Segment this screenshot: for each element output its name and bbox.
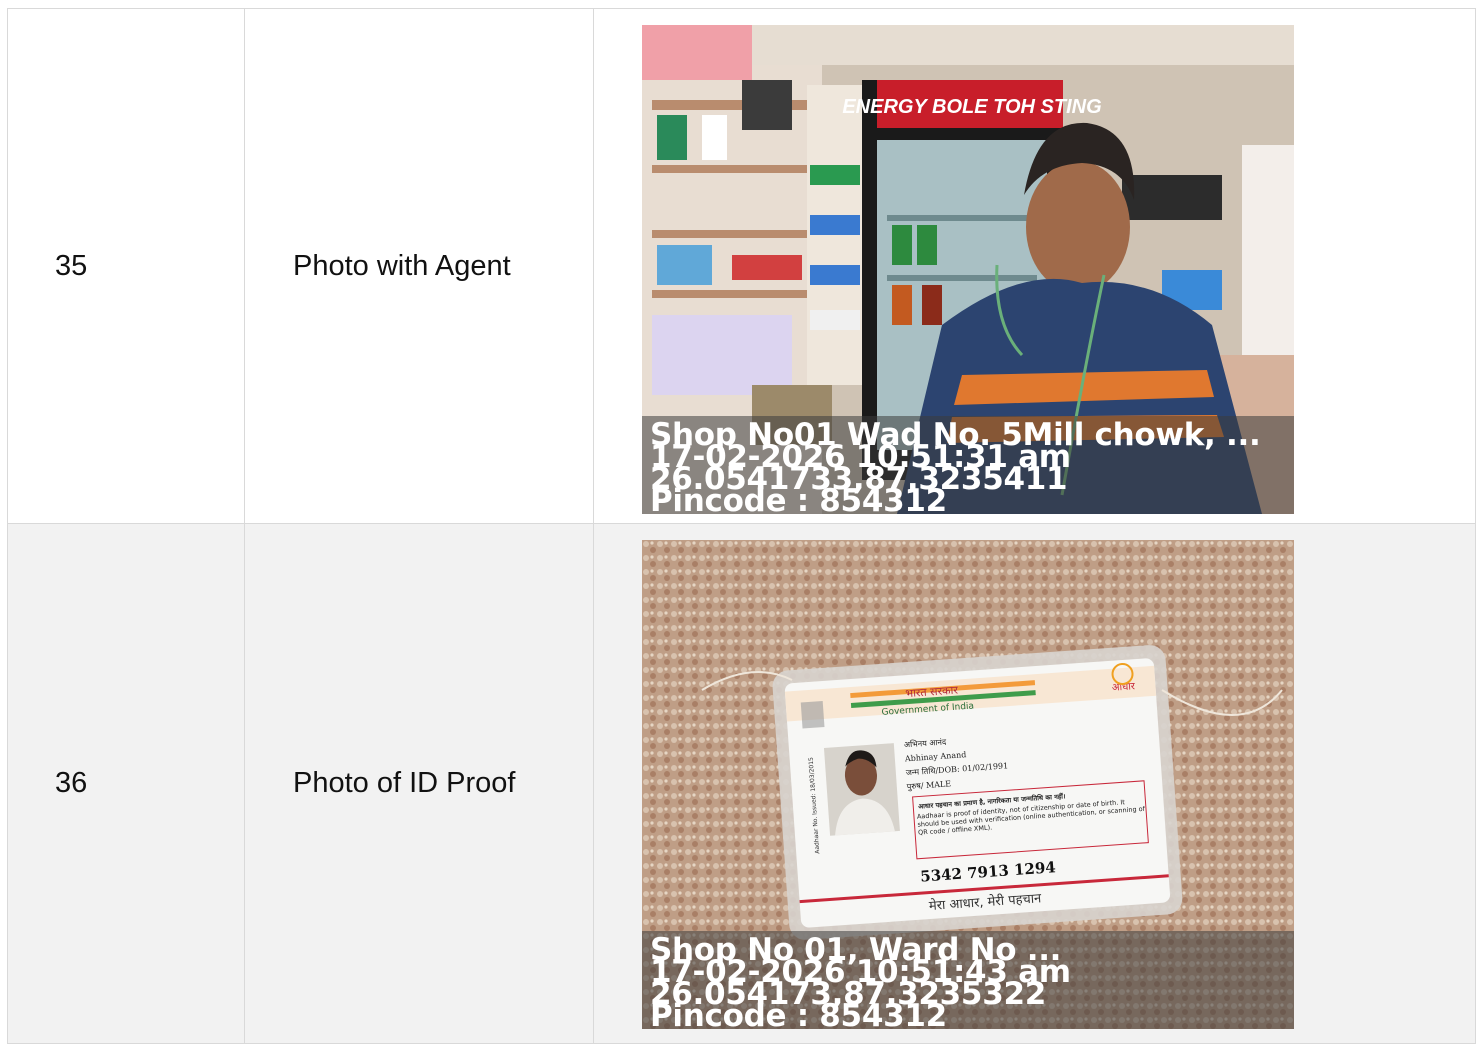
photo-cell: भारत सरकार Government of India आधार Aadh…: [594, 524, 1476, 1043]
photo-caption-overlay: Shop No 01, Ward No ... 17-02-2026 10:51…: [642, 931, 1294, 1029]
photo-cell: ENERGY BOLE TOH STING Shop No01 Wad No. …: [594, 9, 1476, 523]
fridge-sign-text: ENERGY BOLE TOH STING: [842, 96, 1101, 118]
row-label: Photo with Agent: [245, 9, 594, 523]
id-proof-photo[interactable]: भारत सरकार Government of India आधार Aadh…: [642, 540, 1294, 1029]
records-table: 35 Photo with Agent ENERGY BOLE TOH STIN…: [7, 8, 1476, 1044]
agent-photo[interactable]: ENERGY BOLE TOH STING Shop No01 Wad No. …: [642, 25, 1294, 514]
row-number: 36: [8, 524, 245, 1043]
table-row: 36 Photo of ID Proof भारत सरकार Governme…: [8, 524, 1476, 1044]
table-row: 35 Photo with Agent ENERGY BOLE TOH STIN…: [8, 9, 1476, 524]
row-label: Photo of ID Proof: [245, 524, 594, 1043]
row-number: 35: [8, 9, 245, 523]
photo-caption-overlay: Shop No01 Wad No. 5Mill chowk, ... 17-02…: [642, 416, 1294, 514]
